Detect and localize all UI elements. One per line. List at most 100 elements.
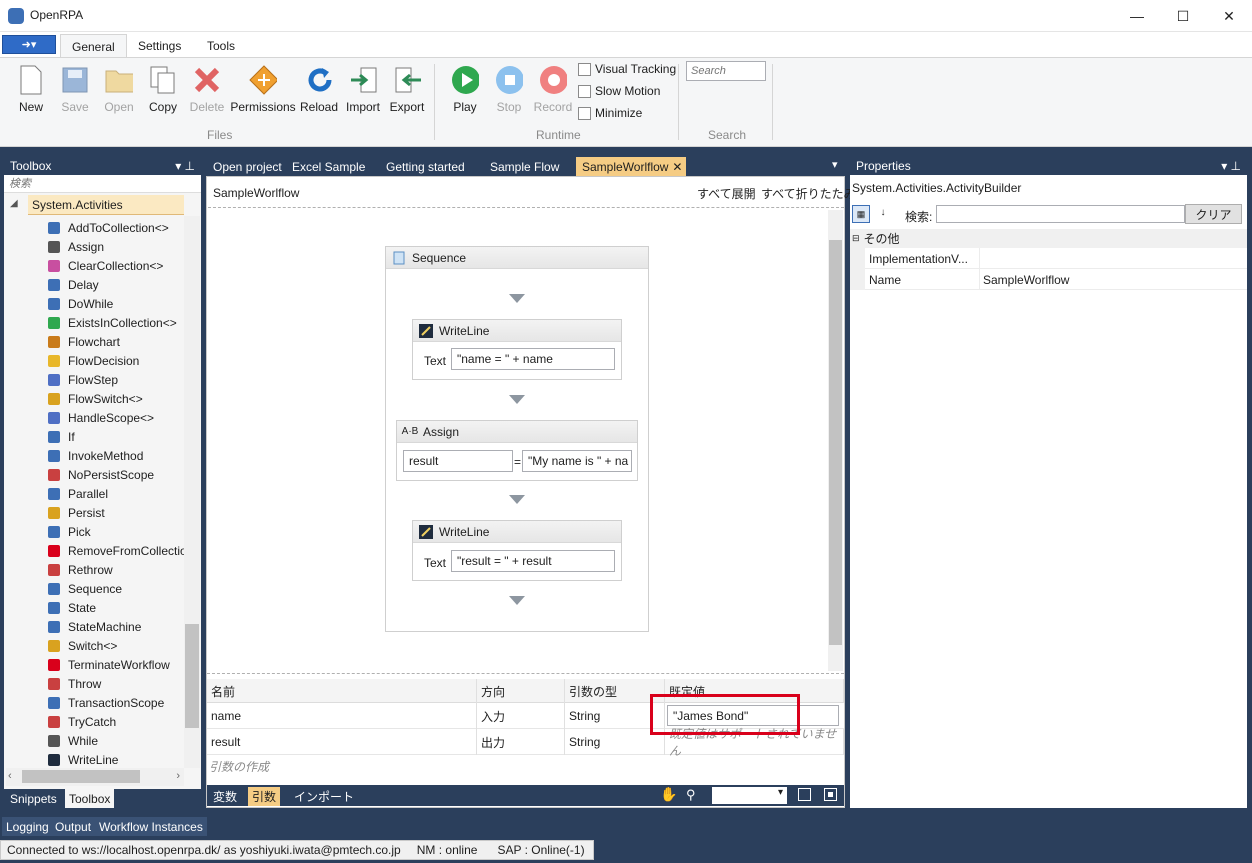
open-button[interactable]: Open xyxy=(97,62,141,128)
writeline-activity[interactable]: WriteLine Text "result = " + result xyxy=(412,520,622,581)
property-search-input[interactable] xyxy=(936,205,1185,223)
arg-direction[interactable]: 入力 xyxy=(477,703,565,729)
toolbox-item[interactable]: WriteLine xyxy=(46,750,118,769)
toolbox-item[interactable]: Parallel xyxy=(46,484,108,503)
assign-value-field[interactable]: "My name is " + na xyxy=(522,450,632,472)
tab-logging[interactable]: Logging xyxy=(2,817,53,836)
doc-tab-sampleworlflow[interactable]: SampleWorlflow ✕ xyxy=(576,157,687,176)
toolbox-item[interactable]: ExistsInCollection<> xyxy=(46,313,177,332)
doc-tab-getting-started[interactable]: Getting started xyxy=(380,157,471,176)
toolbox-item[interactable]: StateMachine xyxy=(46,617,141,636)
toolbox-item[interactable]: TransactionScope xyxy=(46,693,164,712)
toolbox-item[interactable]: AddToCollection<> xyxy=(46,218,169,237)
doc-tab-sample-flow[interactable]: Sample Flow xyxy=(484,157,565,176)
pan-icon[interactable]: ✋ xyxy=(660,786,677,803)
collapse-arrow-icon[interactable]: ◢ xyxy=(10,198,18,209)
toolbox-item[interactable]: Rethrow xyxy=(46,560,113,579)
toolbox-item[interactable]: State xyxy=(46,598,96,617)
arg-name[interactable]: result xyxy=(207,729,477,755)
tab-general[interactable]: General xyxy=(60,34,127,58)
categorized-icon[interactable]: ▦ xyxy=(852,205,870,223)
toolbox-item[interactable]: FlowDecision xyxy=(46,351,139,370)
ribbon-search-input[interactable] xyxy=(686,61,766,81)
toolbox-item[interactable]: Switch<> xyxy=(46,636,117,655)
create-argument-link[interactable]: 引数の作成 xyxy=(209,758,269,775)
arg-direction[interactable]: 出力 xyxy=(477,729,565,755)
tab-toolbox[interactable]: Toolbox xyxy=(65,789,115,808)
toolbox-item[interactable]: FlowSwitch<> xyxy=(46,389,143,408)
close-button[interactable]: ✕ xyxy=(1206,0,1252,32)
slow-motion-checkbox[interactable]: Slow Motion xyxy=(578,82,660,100)
toolbox-item[interactable]: Throw xyxy=(46,674,101,693)
header-direction[interactable]: 方向 xyxy=(477,679,565,703)
toolbox-item[interactable]: Sequence xyxy=(46,579,122,598)
toolbox-item[interactable]: TerminateWorkflow xyxy=(46,655,170,674)
doc-tab-open-project[interactable]: Open project xyxy=(207,157,288,176)
scrollbar-thumb[interactable] xyxy=(22,770,140,783)
toolbox-item[interactable]: NoPersistScope xyxy=(46,465,154,484)
minimize-button[interactable]: — xyxy=(1114,0,1160,32)
toolbox-hscrollbar[interactable]: ‹ › xyxy=(6,768,184,786)
toolbox-item[interactable]: RemoveFromCollectio xyxy=(46,541,187,560)
assign-activity[interactable]: A·B Assign result = "My name is " + na xyxy=(396,420,638,481)
tab-workflow-instances[interactable]: Workflow Instances xyxy=(95,817,207,836)
toolbox-item[interactable]: HandleScope<> xyxy=(46,408,154,427)
close-tab-icon[interactable]: ✕ xyxy=(672,160,682,174)
toolbox-item[interactable]: If xyxy=(46,427,75,446)
clear-button[interactable]: クリア xyxy=(1185,204,1242,224)
tab-output[interactable]: Output xyxy=(51,817,96,836)
scrollbar-thumb[interactable] xyxy=(185,624,199,728)
toolbox-item[interactable]: Flowchart xyxy=(46,332,120,351)
writeline-text-field[interactable]: "name = " + name xyxy=(451,348,615,370)
new-button[interactable]: New xyxy=(9,62,53,128)
reload-button[interactable]: Reload xyxy=(297,62,341,128)
property-row[interactable]: Name SampleWorlflow xyxy=(850,269,1247,290)
pin-icon[interactable]: ▾ ⊥ xyxy=(1221,159,1241,173)
collapse-icon[interactable]: ⊟ xyxy=(852,233,860,244)
arguments-tab[interactable]: 引数 xyxy=(248,787,281,806)
maximize-button[interactable]: ☐ xyxy=(1160,0,1206,32)
toolbox-item[interactable]: Persist xyxy=(46,503,105,522)
property-value[interactable]: SampleWorlflow xyxy=(983,273,1069,287)
breadcrumb[interactable]: SampleWorlflow xyxy=(213,186,299,200)
toolbox-item[interactable]: While xyxy=(46,731,98,750)
toolbox-item[interactable]: Delay xyxy=(46,275,99,294)
variables-tab[interactable]: 変数 xyxy=(209,787,241,806)
assign-to-field[interactable]: result xyxy=(403,450,513,472)
minimize-checkbox[interactable]: Minimize xyxy=(578,104,642,122)
toolbox-category[interactable]: System.Activities xyxy=(28,195,184,215)
writeline-activity[interactable]: WriteLine Text "name = " + name xyxy=(412,319,622,380)
toolbox-item[interactable]: Pick xyxy=(46,522,91,541)
toolbox-item[interactable]: Assign xyxy=(46,237,104,256)
writeline-text-field[interactable]: "result = " + result xyxy=(451,550,615,572)
tab-dropdown-icon[interactable]: ▾ xyxy=(832,158,838,171)
tab-tools[interactable]: Tools xyxy=(196,34,246,58)
arg-name[interactable]: name xyxy=(207,703,477,729)
property-row[interactable]: ImplementationV... xyxy=(850,248,1247,269)
play-button[interactable]: Play xyxy=(443,62,487,128)
sort-alpha-icon[interactable]: ↓ xyxy=(874,205,892,223)
permissions-button[interactable]: Permissions xyxy=(230,62,296,128)
zoom-icon[interactable]: ⚲ xyxy=(686,787,696,803)
toolbox-item[interactable]: InvokeMethod xyxy=(46,446,143,465)
doc-tab-excel-sample[interactable]: Excel Sample xyxy=(286,157,371,176)
export-button[interactable]: Export xyxy=(385,62,429,128)
scroll-right-icon[interactable]: › xyxy=(176,770,180,782)
copy-button[interactable]: Copy xyxy=(141,62,185,128)
toolbox-item[interactable]: ClearCollection<> xyxy=(46,256,163,275)
overview-map-icon[interactable] xyxy=(824,788,837,801)
property-category[interactable]: ⊟ その他 xyxy=(850,229,1247,248)
scrollbar-thumb[interactable] xyxy=(829,240,842,645)
toolbox-item[interactable]: DoWhile xyxy=(46,294,113,313)
imports-tab[interactable]: インポート xyxy=(290,787,358,806)
designer-scrollbar[interactable] xyxy=(828,210,843,671)
header-name[interactable]: 名前 xyxy=(207,679,477,703)
delete-button[interactable]: Delete xyxy=(185,62,229,128)
tab-snippets[interactable]: Snippets xyxy=(6,789,61,808)
toolbox-item[interactable]: FlowStep xyxy=(46,370,118,389)
app-menu-button[interactable]: ➜▾ xyxy=(2,35,56,54)
zoom-select[interactable]: ▾ xyxy=(712,787,787,804)
stop-button[interactable]: Stop xyxy=(487,62,531,128)
collapse-all-link[interactable]: すべて折りたたみ xyxy=(761,185,856,202)
tab-settings[interactable]: Settings xyxy=(127,34,192,58)
